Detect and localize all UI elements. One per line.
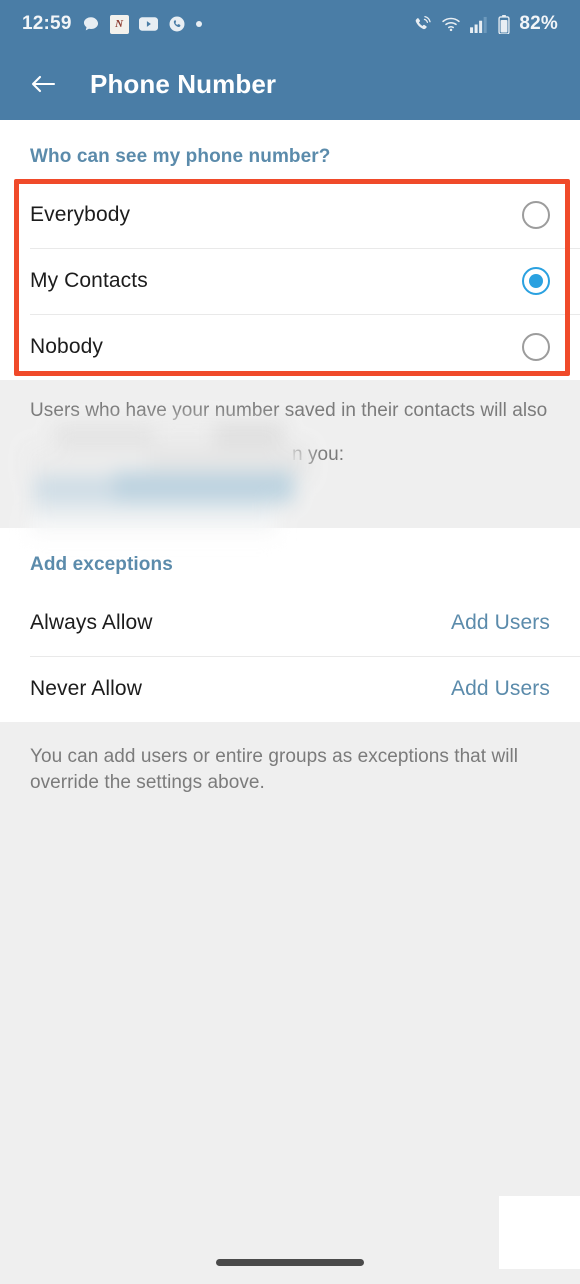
youtube-icon	[138, 17, 158, 31]
exceptions-footnote: You can add users or entire groups as ex…	[0, 722, 580, 819]
page-title: Phone Number	[90, 68, 277, 99]
exception-label-never-allow: Never Allow	[30, 677, 142, 700]
option-row-everybody[interactable]: Everybody	[0, 182, 580, 248]
battery-icon	[498, 14, 510, 34]
redacted-blur-overlay	[14, 420, 308, 538]
cellular-signal-icon	[470, 16, 489, 33]
battery-percent-label: 82%	[519, 13, 558, 34]
exception-label-always-allow: Always Allow	[30, 611, 153, 634]
option-row-my-contacts[interactable]: My Contacts	[0, 248, 580, 314]
back-button[interactable]	[26, 67, 60, 101]
exception-row-always-allow[interactable]: Always Allow Add Users	[0, 590, 580, 656]
radio-my-contacts[interactable]	[522, 267, 550, 295]
status-bar-right: 82%	[412, 13, 558, 35]
more-notifications-dot-icon	[195, 21, 202, 27]
phone-call-icon	[168, 15, 186, 33]
option-row-nobody[interactable]: Nobody	[0, 314, 580, 380]
phone-screen: 12:59 N 82% Phone Number Who can see my …	[0, 0, 580, 1284]
radio-everybody[interactable]	[522, 201, 550, 229]
option-label-everybody: Everybody	[30, 203, 131, 226]
add-users-button-never-allow[interactable]: Add Users	[451, 677, 550, 701]
exceptions-section-header: Add exceptions	[30, 554, 173, 575]
exceptions-card: Add exceptions Always Allow Add Users Ne…	[0, 528, 580, 722]
privacy-footnote-line1: Users who have your number saved in thei…	[30, 400, 548, 421]
app-bar: Phone Number	[0, 48, 580, 120]
status-bar: 12:59 N 82%	[0, 0, 580, 48]
gesture-navigation-bar[interactable]	[216, 1259, 364, 1266]
phone-number-privacy-card: Who can see my phone number? Everybody M…	[0, 120, 580, 380]
privacy-section-header: Who can see my phone number?	[30, 146, 331, 167]
chat-bubble-icon	[82, 15, 100, 33]
option-label-nobody: Nobody	[30, 335, 103, 358]
screen-overlay-patch	[499, 1196, 580, 1269]
status-bar-clock: 12:59	[22, 13, 72, 34]
privacy-footnote-tail: n you:	[292, 444, 345, 465]
privacy-footnote: Users who have your number saved in thei…	[0, 380, 580, 538]
wifi-icon	[441, 16, 461, 32]
back-arrow-icon	[31, 75, 56, 93]
settings-content: Who can see my phone number? Everybody M…	[0, 120, 580, 1284]
radio-nobody[interactable]	[522, 333, 550, 361]
call-signal-icon	[412, 15, 432, 33]
status-bar-left: 12:59 N	[22, 13, 412, 35]
exception-row-never-allow[interactable]: Never Allow Add Users	[0, 656, 580, 722]
option-label-my-contacts: My Contacts	[30, 269, 148, 292]
add-users-button-always-allow[interactable]: Add Users	[451, 611, 550, 635]
app-notification-icon: N	[109, 14, 129, 34]
